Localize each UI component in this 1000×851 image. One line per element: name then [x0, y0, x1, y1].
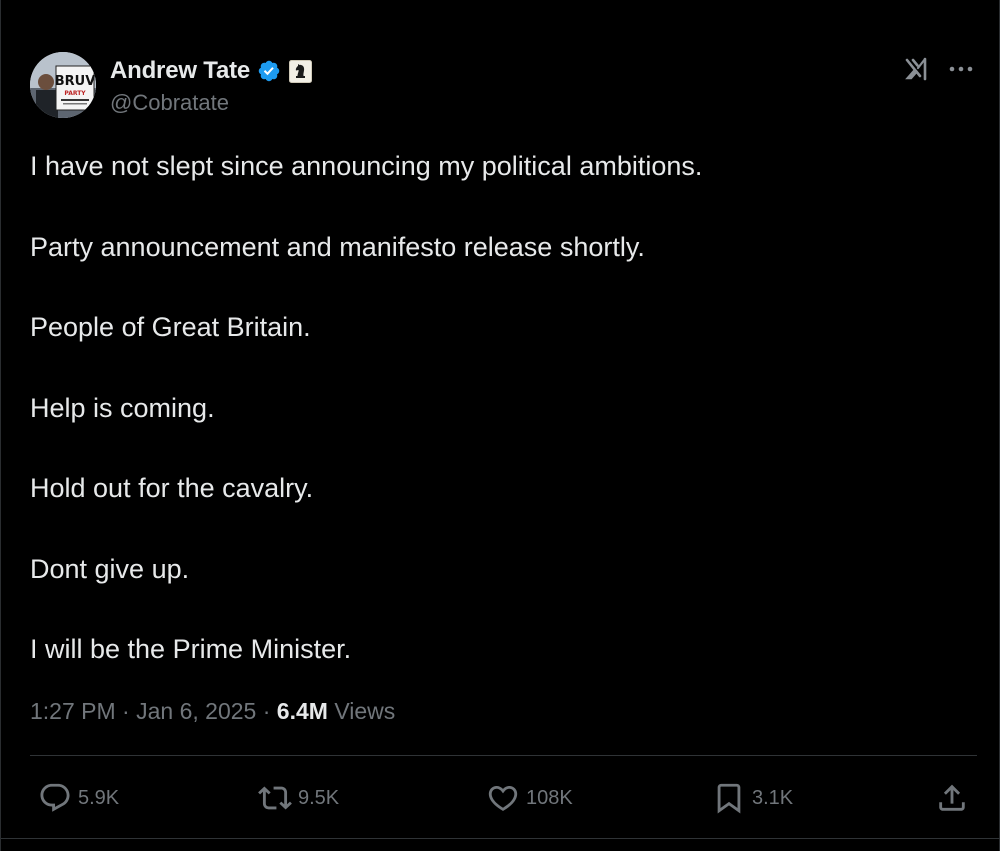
author-display-name[interactable]: Andrew Tate: [110, 57, 250, 85]
tweet-line: Help is coming.: [30, 392, 215, 423]
name-row: Andrew Tate: [110, 56, 313, 86]
tweet-line: Hold out for the cavalry.: [30, 473, 314, 503]
bookmark-button[interactable]: 3.1K: [712, 778, 793, 818]
share-icon: [939, 784, 965, 811]
avatar[interactable]: BRUV PARTY: [30, 52, 96, 118]
reply-count: 5.9K: [78, 786, 120, 809]
tweet-time[interactable]: 1:27 PM: [30, 698, 116, 724]
author-handle[interactable]: @Cobratate: [110, 90, 229, 116]
tweet-meta: 1:27 PM · Jan 6, 2025 · 6.4M Views: [30, 698, 395, 725]
like-button[interactable]: 108K: [486, 778, 573, 818]
reply-button[interactable]: 5.9K: [38, 778, 119, 818]
tweet-text: I have not slept since announcing my pol…: [30, 148, 970, 712]
tweet-header: BRUV PARTY Andrew Tate @Cobratate: [30, 52, 975, 118]
views-count[interactable]: 6.4M: [277, 698, 328, 724]
tweet-line: Party announcement and manifesto release…: [30, 231, 645, 262]
retweet-button[interactable]: 9.5K: [258, 778, 339, 818]
verified-badge-icon: [257, 59, 281, 83]
reply-icon: [40, 783, 70, 812]
tweet-line: Dont give up.: [30, 553, 190, 584]
chess-knight-icon[interactable]: [289, 59, 313, 83]
grok-icon[interactable]: [904, 56, 930, 82]
bottom-border: [1, 838, 1000, 839]
views-label: Views: [334, 698, 396, 724]
avatar-sign-text: BRUV: [55, 74, 96, 89]
bookmark-icon: [717, 783, 741, 814]
retweet-count: 9.5K: [298, 786, 340, 809]
retweet-icon: [258, 786, 292, 810]
avatar-sign-subtext: PARTY: [64, 90, 86, 97]
tweet-card: BRUV PARTY Andrew Tate @Cobratate I have…: [0, 0, 1000, 851]
avatar-image: BRUV PARTY: [30, 52, 96, 118]
meta-separator: ·: [122, 698, 130, 724]
heart-icon: [488, 785, 518, 811]
more-horizontal-icon[interactable]: [947, 58, 975, 80]
tweet-line: I will be the Prime Minister.: [30, 634, 352, 664]
bookmark-count: 3.1K: [752, 786, 794, 809]
action-bar: 5.9K 9.5K 108K 3.1K: [30, 778, 977, 818]
tweet-date[interactable]: Jan 6, 2025: [136, 698, 256, 724]
like-count: 108K: [526, 786, 573, 809]
tweet-line: I have not slept since announcing my pol…: [30, 151, 703, 181]
divider: [30, 755, 977, 756]
tweet-line: People of Great Britain.: [30, 312, 311, 342]
share-button[interactable]: [935, 778, 975, 818]
meta-separator: ·: [262, 698, 271, 724]
